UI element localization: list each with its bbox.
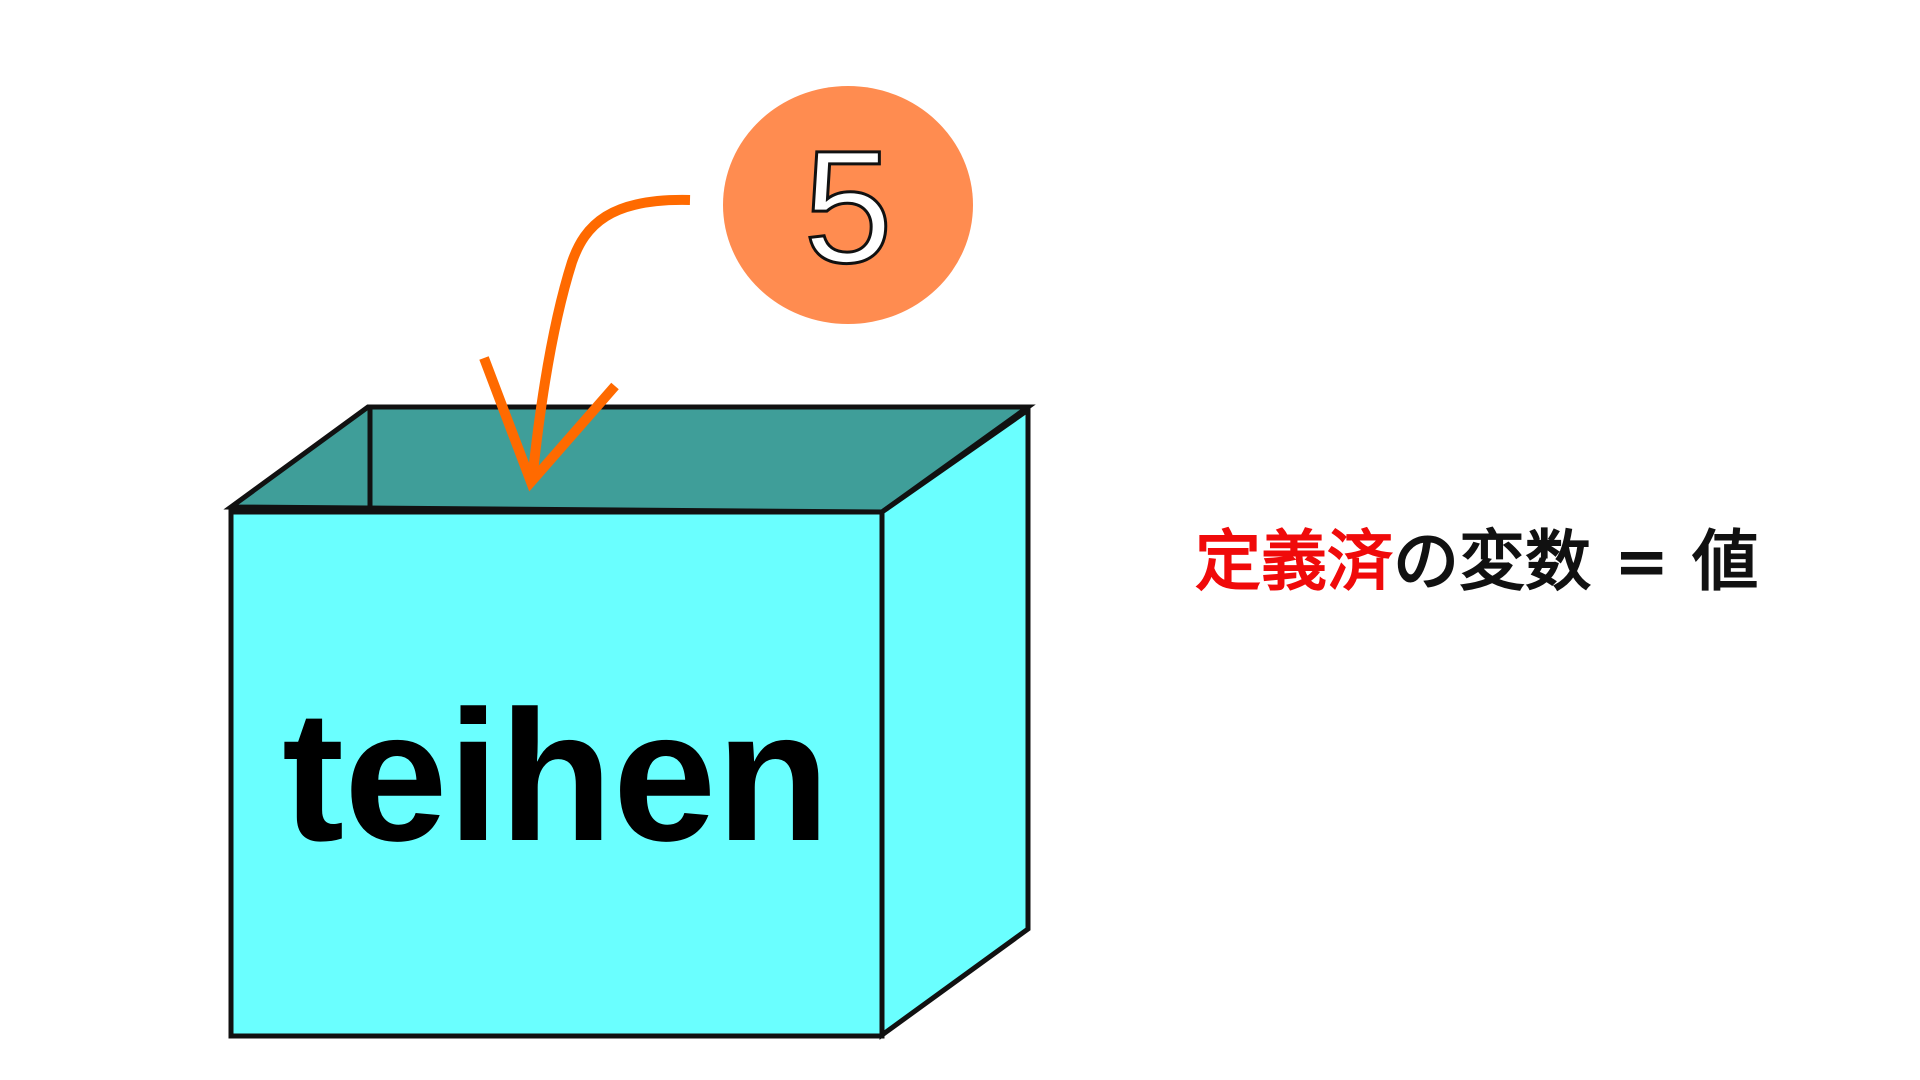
caption: 定義済の変数 = 値	[1195, 508, 1758, 604]
caption-highlight: 定義済	[1195, 523, 1393, 600]
caption-rest: の変数 = 値	[1393, 523, 1759, 600]
box-label: teihen	[282, 673, 830, 880]
value-text: 5	[804, 117, 893, 296]
box-right-side	[879, 405, 1031, 1040]
